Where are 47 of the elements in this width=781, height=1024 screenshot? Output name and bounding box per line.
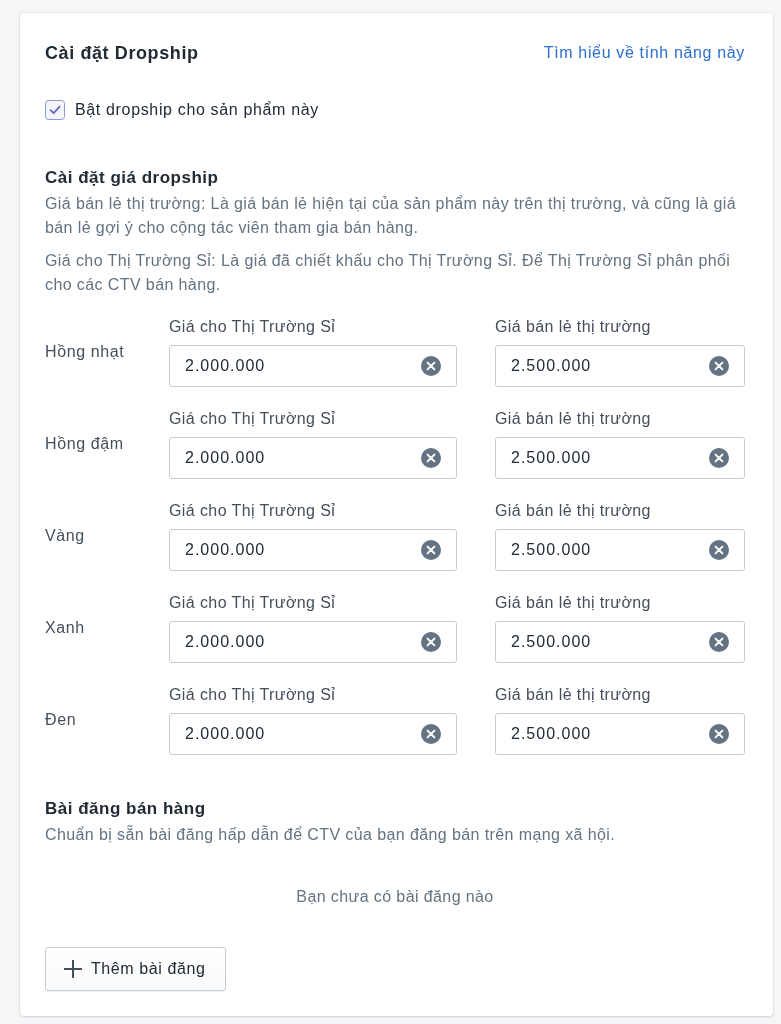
section-title: Bài đăng bán hàng: [45, 798, 207, 820]
clear-icon[interactable]: [709, 540, 729, 560]
price-input[interactable]: 2.500.000: [495, 437, 745, 479]
field-label: Giá bán lẻ thị trường: [495, 593, 651, 613]
help-text: Chuẩn bị sẵn bài đăng hấp dẫn để CTV của bạn đăng bán trên mạng xã hội.: [45, 824, 617, 845]
field-label: Giá bán lẻ thị trường: [495, 317, 651, 337]
variant-name: Vàng: [45, 526, 86, 546]
section-title: Cài đặt giá dropship: [45, 167, 220, 189]
help-text: Giá bán lẻ thị trường: Là giá bán lẻ hiện tại của sản phẩm này trên thị trường, và cũng là giá bán lẻ gợi ý cho cộng tác viên tham gia bán hàng.: [45, 194, 738, 238]
price-input[interactable]: 2.000.000: [169, 529, 457, 571]
checkbox-label: Bật dropship cho sản phẩm này: [75, 100, 319, 120]
field-label: Giá cho Thị Trường Sỉ: [169, 409, 336, 429]
clear-icon[interactable]: [709, 356, 729, 376]
help-text: Giá cho Thị Trường Sỉ: Là giá đã chiết khấu cho Thị Trường Sỉ. Để Thị Trường Sỉ phân phối cho các CTV bán hàng.: [45, 251, 732, 295]
clear-icon[interactable]: [421, 632, 441, 652]
field-label: Giá bán lẻ thị trường: [495, 685, 651, 705]
price-input[interactable]: 2.000.000: [169, 345, 457, 387]
price-input[interactable]: 2.500.000: [495, 621, 745, 663]
price-input[interactable]: 2.000.000: [169, 621, 457, 663]
clear-icon[interactable]: [421, 540, 441, 560]
plus-icon: [63, 959, 83, 979]
clear-icon[interactable]: [709, 448, 729, 468]
field-label: Giá cho Thị Trường Sỉ: [169, 685, 336, 705]
variant-name: Hồng nhạt: [45, 342, 126, 362]
variant-name: Xanh: [45, 618, 86, 638]
field-label: Giá cho Thị Trường Sỉ: [169, 317, 336, 337]
clear-icon[interactable]: [709, 724, 729, 744]
field-label: Giá cho Thị Trường Sỉ: [169, 501, 336, 521]
field-label: Giá cho Thị Trường Sỉ: [169, 593, 336, 613]
add-post-button[interactable]: Thêm bài đăng: [45, 947, 226, 991]
variant-name: Hồng đậm: [45, 434, 125, 454]
clear-icon[interactable]: [421, 448, 441, 468]
variant-name: Đen: [45, 710, 78, 730]
card-title: Cài đặt Dropship: [45, 42, 199, 65]
price-input[interactable]: 2.000.000: [169, 437, 457, 479]
field-label: Giá bán lẻ thị trường: [495, 409, 651, 429]
clear-icon[interactable]: [421, 356, 441, 376]
clear-icon[interactable]: [421, 724, 441, 744]
price-input[interactable]: 2.500.000: [495, 529, 745, 571]
checkbox[interactable]: [45, 100, 65, 120]
price-input[interactable]: 2.000.000: [169, 713, 457, 755]
help-link[interactable]: Tìm hiểu về tính năng này: [543, 41, 745, 65]
empty-state-text: Bạn chưa có bài đăng nào: [295, 887, 495, 907]
field-label: Giá bán lẻ thị trường: [495, 501, 651, 521]
price-input[interactable]: 2.500.000: [495, 345, 745, 387]
clear-icon[interactable]: [709, 632, 729, 652]
price-input[interactable]: 2.500.000: [495, 713, 745, 755]
